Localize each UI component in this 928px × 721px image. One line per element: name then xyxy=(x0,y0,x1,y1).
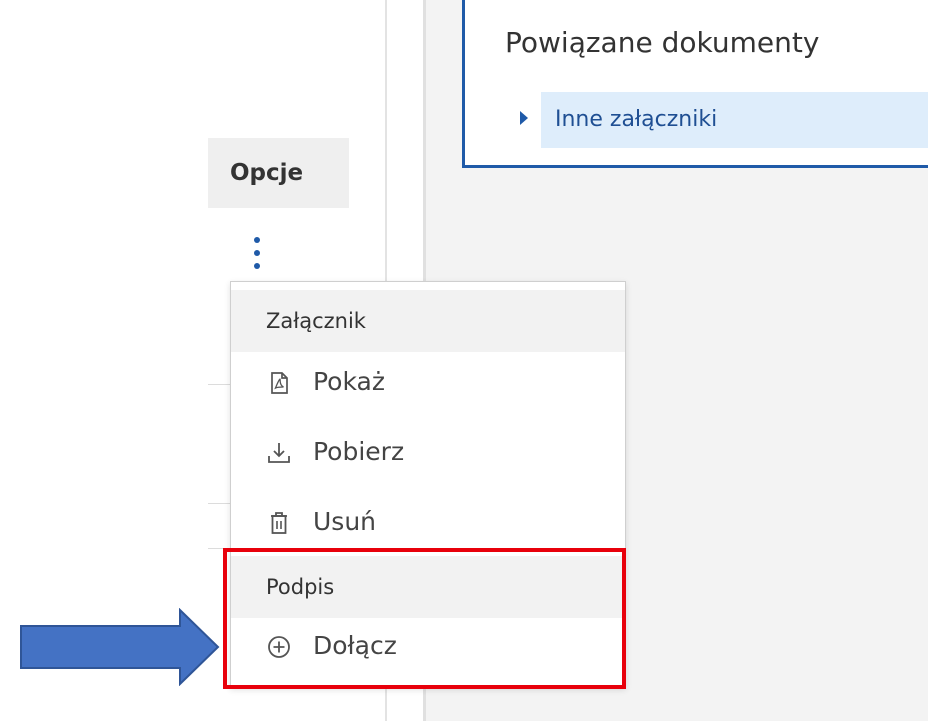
menu-item-label: Usuń xyxy=(313,507,377,536)
pdf-file-icon xyxy=(271,372,288,394)
related-documents-panel: Powiązane dokumenty Inne załączniki xyxy=(462,0,928,168)
options-header-label: Opcje xyxy=(230,160,304,186)
row-divider xyxy=(208,503,230,504)
expand-caret-icon[interactable] xyxy=(520,111,528,125)
highlight-box xyxy=(223,548,626,689)
tree-item-label: Inne załączniki xyxy=(555,107,718,132)
options-column-header: Opcje xyxy=(208,138,349,208)
more-vertical-icon[interactable] xyxy=(250,235,264,271)
download-icon xyxy=(268,443,290,463)
tree-item-other-attachments[interactable]: Inne załączniki xyxy=(541,92,928,148)
menu-item-show[interactable]: Pokaż xyxy=(231,350,625,420)
menu-item-download[interactable]: Pobierz xyxy=(231,420,625,490)
related-documents-title: Powiązane dokumenty xyxy=(505,26,820,59)
menu-item-label: Pobierz xyxy=(313,437,405,466)
menu-item-label: Pokaż xyxy=(313,367,385,396)
pointer-arrow-icon xyxy=(20,608,220,686)
menu-group-attachment: Załącznik xyxy=(231,290,625,352)
trash-icon xyxy=(271,512,287,534)
menu-group-label: Załącznik xyxy=(266,309,366,333)
row-divider xyxy=(208,384,230,385)
